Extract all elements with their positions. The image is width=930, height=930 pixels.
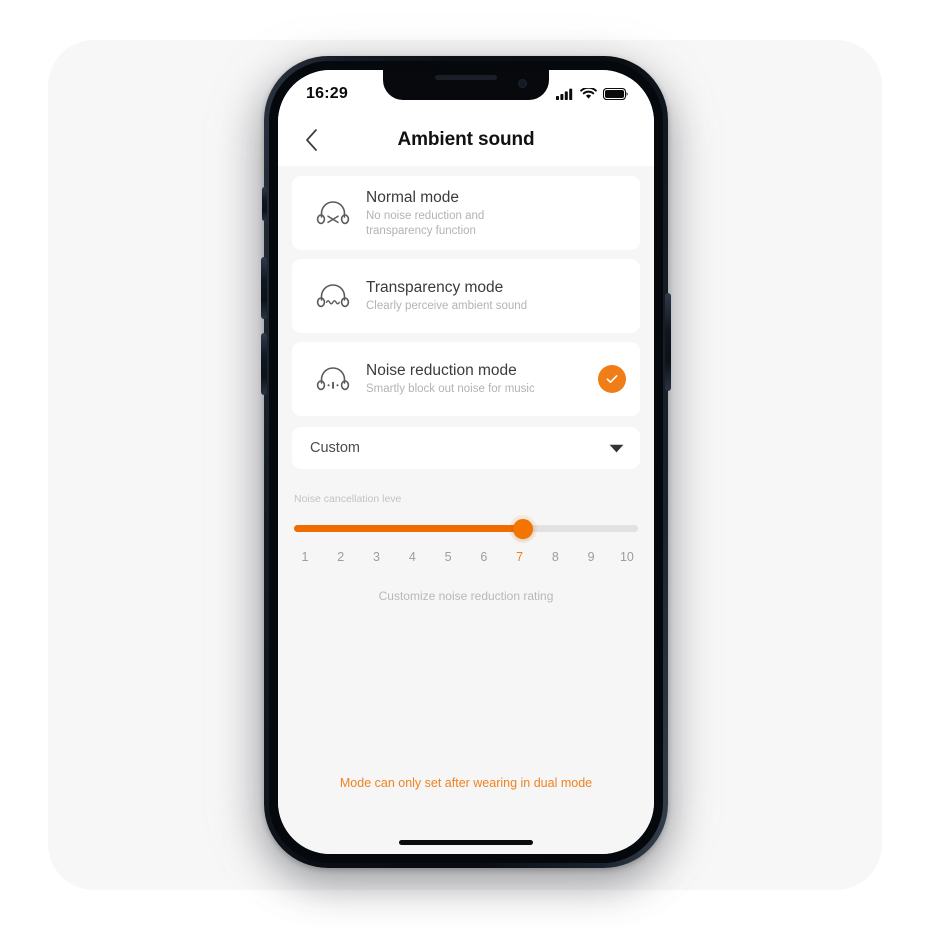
mode-subtitle-line1: Smartly block out noise for music — [366, 383, 535, 395]
mode-card-noise-reduction[interactable]: Noise reduction mode Smartly block out n… — [292, 342, 640, 416]
headphone-noise-reduction-icon — [312, 365, 354, 393]
status-bar-icons — [556, 88, 628, 100]
signal-bars-icon — [556, 88, 573, 100]
back-button[interactable] — [294, 123, 328, 157]
slider-tick[interactable]: 10 — [617, 550, 637, 564]
check-icon — [606, 375, 618, 383]
screenshot-root: 16:29 Ambient sound Normal mode No noise… — [0, 0, 930, 930]
slider-tick[interactable]: 3 — [367, 550, 387, 564]
slider-tick[interactable]: 2 — [331, 550, 351, 564]
mode-card-transparency-texts: Transparency mode Clearly perceive ambie… — [354, 278, 626, 314]
phone-screen: 16:29 Ambient sound Normal mode No noise… — [278, 70, 654, 854]
headphone-transparency-icon — [312, 282, 354, 310]
slider-tick[interactable]: 6 — [474, 550, 494, 564]
mode-card-normal-texts: Normal mode No noise reduction and trans… — [354, 188, 626, 239]
power-button[interactable] — [665, 293, 671, 391]
status-bar-time: 16:29 — [306, 85, 348, 102]
mode-card-noise-reduction-texts: Noise reduction mode Smartly block out n… — [354, 361, 598, 397]
slider-tick[interactable]: 5 — [438, 550, 458, 564]
chevron-left-icon — [305, 129, 317, 151]
slider-tick[interactable]: 1 — [295, 550, 315, 564]
slider-thumb[interactable] — [513, 518, 534, 539]
page-title: Ambient sound — [397, 129, 535, 150]
speaker-grille-icon — [435, 75, 497, 80]
mode-subtitle-line1: No noise reduction and — [366, 209, 485, 222]
slider-hint-text: Customize noise reduction rating — [378, 589, 554, 603]
notch — [383, 70, 549, 100]
slider-tick-labels: 1 2 3 4 5 6 7 8 9 10 — [294, 550, 638, 564]
phone-device-frame: 16:29 Ambient sound Normal mode No noise… — [261, 56, 671, 868]
phone-bezel: 16:29 Ambient sound Normal mode No noise… — [261, 61, 671, 863]
preset-dropdown[interactable]: Custom — [292, 427, 640, 469]
selected-check-badge — [598, 365, 626, 393]
mode-title: Noise reduction mode — [366, 362, 517, 379]
wifi-icon — [580, 88, 597, 99]
mode-card-normal[interactable]: Normal mode No noise reduction and trans… — [292, 176, 640, 250]
volume-down-button[interactable] — [261, 333, 267, 395]
slider-tick[interactable]: 9 — [581, 550, 601, 564]
slider-label: Noise cancellation leve — [294, 493, 402, 505]
mode-title: Transparency mode — [366, 279, 504, 296]
slider-track[interactable] — [294, 518, 638, 539]
battery-icon — [603, 88, 628, 100]
front-camera-icon — [518, 79, 527, 88]
footer-warning-note: Mode can only set after wearing in dual … — [339, 776, 593, 790]
slider-tick[interactable]: 4 — [402, 550, 422, 564]
mode-subtitle-line2: transparency function — [366, 224, 476, 237]
headphone-off-icon — [312, 199, 354, 227]
preset-dropdown-value: Custom — [310, 440, 360, 456]
silent-switch-button[interactable] — [262, 187, 267, 221]
nav-header: Ambient sound — [278, 114, 654, 166]
slider-tick-active[interactable]: 7 — [510, 550, 530, 564]
chevron-down-icon — [609, 444, 624, 452]
home-indicator[interactable] — [399, 840, 533, 845]
volume-up-button[interactable] — [261, 257, 267, 319]
mode-subtitle-line1: Clearly perceive ambient sound — [366, 300, 528, 312]
noise-cancellation-slider[interactable]: 1 2 3 4 5 6 7 8 9 10 — [292, 518, 640, 564]
slider-tick[interactable]: 8 — [545, 550, 565, 564]
mode-title: Normal mode — [366, 188, 460, 206]
mode-card-transparency[interactable]: Transparency mode Clearly perceive ambie… — [292, 259, 640, 333]
settings-content: Normal mode No noise reduction and trans… — [278, 166, 654, 854]
slider-fill — [294, 525, 524, 532]
